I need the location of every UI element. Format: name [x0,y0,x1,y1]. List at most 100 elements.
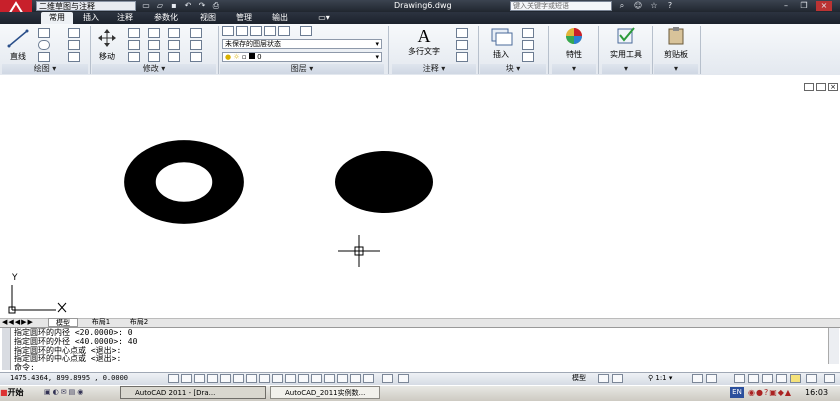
layers-panel-title[interactable]: 图层 ▾ [220,64,384,74]
edit-block-icon[interactable] [522,40,534,50]
annotation-panel-title[interactable]: 注释 ▾ [392,64,476,74]
tab-view[interactable]: 视图 [192,12,224,24]
arc-icon[interactable] [38,52,50,62]
workspace-switch-icon[interactable] [734,374,745,383]
draw-panel-title[interactable]: 绘图 ▾ [2,64,88,74]
help-icon[interactable]: ? [664,1,676,11]
paper-model-icon[interactable] [382,374,393,383]
quick-properties-icon[interactable] [324,374,335,383]
layer-lock-icon[interactable] [278,26,290,36]
polyline-icon[interactable] [38,28,50,38]
search-icon[interactable]: ⌕ [616,1,628,11]
tab-manage[interactable]: 管理 [228,12,260,24]
erase-icon[interactable] [168,28,180,38]
properties-panel-expand[interactable]: ▾ [552,64,596,74]
layer-state-select[interactable]: 未保存的图层状态 ▾ [222,39,382,49]
redo-icon[interactable]: ↷ [196,1,208,11]
drawing-canvas[interactable]: Y × [0,75,840,318]
viewport-minimize-icon[interactable] [804,83,814,91]
taskbar-item-autocad[interactable]: AutoCAD 2011 - [Dra... [120,386,266,399]
3d-object-snap-icon[interactable] [246,374,257,383]
quick-view-layouts-icon[interactable] [598,374,609,383]
start-button[interactable]: ■开始 [0,386,40,399]
mirror-icon[interactable] [148,40,160,50]
ribbon-minimize-toggle[interactable]: ▭▾ [312,12,336,24]
layer-freeze-icon[interactable] [264,26,276,36]
command-prompt[interactable]: 命令: [14,363,35,372]
tab-annotate[interactable]: 注释 [110,12,140,24]
donut-ring[interactable] [124,140,244,224]
create-block-icon[interactable] [522,28,534,38]
search-input[interactable]: 键入关键字或短语 [510,1,612,11]
layer-isolate-icon[interactable] [250,26,262,36]
clipboard-panel-expand[interactable]: ▾ [654,64,698,74]
infer-constraints-icon[interactable] [168,374,179,383]
close-icon[interactable]: × [816,1,832,11]
new-icon[interactable]: ▭ [140,1,152,11]
lock-ui-icon[interactable] [748,374,759,383]
annotation-monitor-icon[interactable] [350,374,361,383]
properties-button[interactable]: 特性 [556,26,592,62]
layout-nav-arrows[interactable]: ◀◀◀▶▶ [2,318,42,327]
annotation-table-icon[interactable] [456,52,468,62]
polar-tracking-icon[interactable] [220,374,231,383]
hardware-acceleration-icon[interactable] [762,374,773,383]
tab-output[interactable]: 输出 [264,12,296,24]
tab-layout2[interactable]: 布局2 [122,318,156,327]
open-icon[interactable]: ▱ [154,1,166,11]
object-snap-icon[interactable] [233,374,244,383]
copy-icon[interactable] [128,40,140,50]
annotation-visibility-icon[interactable] [692,374,703,383]
leader-icon[interactable] [456,40,468,50]
workspace-select[interactable]: 二维草图与注释 [36,1,136,11]
line-button[interactable]: 直线 [4,28,32,62]
minimize-icon[interactable]: – [780,1,792,11]
rectangle-icon[interactable] [68,28,80,38]
rotate-icon[interactable] [128,28,140,38]
multiline-text-button[interactable]: A 多行文字 [396,26,452,62]
circle-icon[interactable] [38,40,50,50]
insert-block-button[interactable]: 插入 [484,26,518,62]
fillet-icon[interactable] [168,40,180,50]
ortho-mode-icon[interactable] [207,374,218,383]
command-scrollbar[interactable] [828,328,839,364]
trim-icon[interactable] [148,28,160,38]
command-window-grip[interactable] [2,328,11,370]
table-icon[interactable] [68,52,80,62]
block-attribute-icon[interactable] [522,52,534,62]
print-icon[interactable]: ⎙ [210,1,222,11]
isolate-objects-icon[interactable] [776,374,787,383]
current-layer-select[interactable]: ● ☼ ▫ 0 ▾ [222,52,382,62]
clean-screen-icon[interactable] [824,374,835,383]
block-panel-title[interactable]: 块 ▾ [480,64,546,74]
lineweight-icon[interactable] [298,374,309,383]
array-icon[interactable] [168,52,180,62]
move-button[interactable]: 移动 [94,28,120,62]
utilities-panel-expand[interactable]: ▾ [602,64,650,74]
dimension-icon[interactable] [456,28,468,38]
undo-icon[interactable]: ↶ [182,1,194,11]
lightbulb-icon[interactable] [790,374,801,383]
restore-icon[interactable]: ❐ [798,1,810,11]
quick-view-drawings-icon[interactable] [612,374,623,383]
tab-parametric[interactable]: 参数化 [146,12,186,24]
modify-panel-title[interactable]: 修改 ▾ [92,64,216,74]
explode-icon[interactable] [190,28,202,38]
object-snap-tracking-icon[interactable] [259,374,270,383]
transparency-icon[interactable] [311,374,322,383]
system-tray-icons[interactable]: ◉●?▣◆▲ [748,387,802,398]
selection-cycling-icon[interactable] [337,374,348,383]
grid-display-icon[interactable] [194,374,205,383]
ortho-indicator-icon[interactable] [363,374,374,383]
dynamic-ucs-icon[interactable] [272,374,283,383]
chamfer-icon[interactable] [190,52,202,62]
tab-layout1[interactable]: 布局1 [84,318,118,327]
layer-match-icon[interactable] [300,26,312,36]
donut-filled[interactable] [335,151,433,213]
clock[interactable]: 16:03 [805,386,828,399]
coordinate-readout[interactable]: 1475.4364, 899.8995 , 0.0000 [10,374,128,383]
layer-off-icon[interactable] [236,26,248,36]
auto-scale-icon[interactable] [706,374,717,383]
quick-launch-icons[interactable]: ▣◐✉▤◉ [44,387,114,398]
stretch-icon[interactable] [128,52,140,62]
